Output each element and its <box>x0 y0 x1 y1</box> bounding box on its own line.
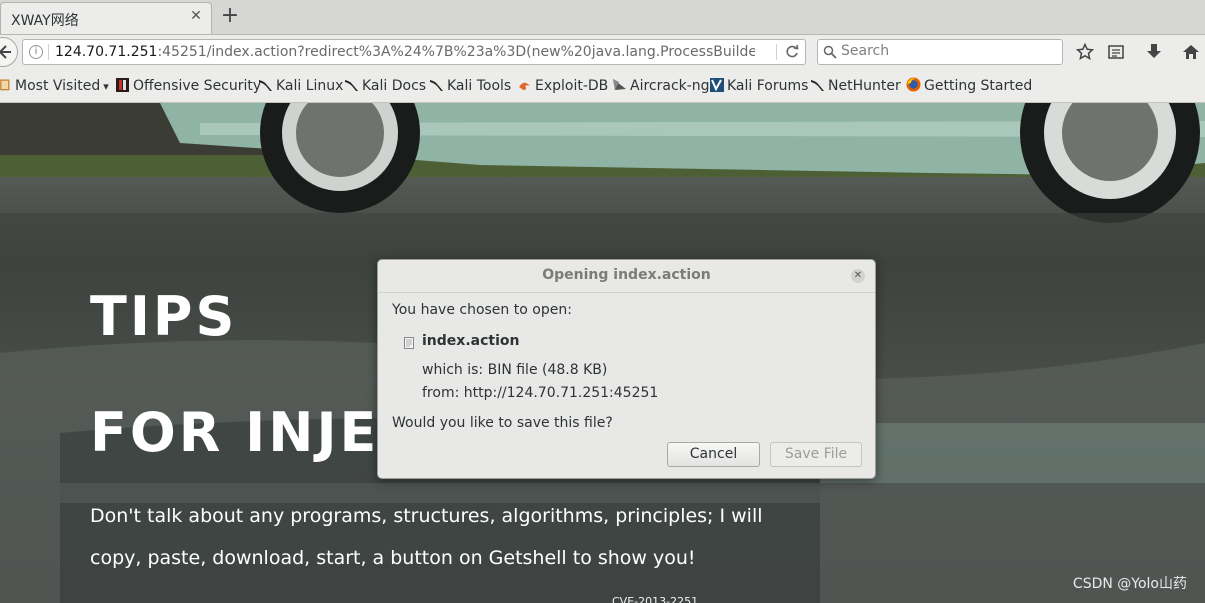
hero-title-line2: FOR INJE <box>90 401 380 464</box>
url-path: :45251/index.action?redirect%3A%24%7B%23… <box>157 44 755 60</box>
url-text[interactable]: 124.70.71.251:45251/index.action?redirec… <box>55 44 755 60</box>
bookmark-kali-forums[interactable]: Kali Forums <box>709 77 808 95</box>
bookmark-label: NetHunter <box>828 78 901 94</box>
url-host: 124.70.71.251 <box>55 44 158 60</box>
url-separator <box>48 44 49 60</box>
back-button[interactable] <box>0 37 18 67</box>
reload-icon[interactable] <box>784 44 800 60</box>
dialog-header: Opening index.action ✕ <box>378 260 875 293</box>
bookmark-label: Kali Docs <box>362 78 427 94</box>
aircrack-icon <box>613 79 626 90</box>
offsec-icon <box>116 78 129 92</box>
bookmark-offensive-security[interactable]: Offensive Security <box>115 77 261 95</box>
bookmark-kali-tools[interactable]: Kali Tools <box>429 77 511 95</box>
bookmark-most-visited[interactable]: Most Visited ▾ <box>0 77 109 95</box>
kali-icon <box>811 80 824 91</box>
url-bar[interactable]: i 124.70.71.251:45251/index.action?redir… <box>22 39 806 65</box>
kali-icon <box>259 80 272 91</box>
navigation-bar: i 124.70.71.251:45251/index.action?redir… <box>0 35 1205 69</box>
kali-forums-icon <box>710 78 724 92</box>
tab-xway[interactable]: XWAY网络 ✕ <box>0 2 212 34</box>
file-icon <box>404 337 414 349</box>
download-dialog: Opening index.action ✕ You have chosen t… <box>377 259 876 479</box>
cve-label: CVE-2013-2251 <box>612 595 699 603</box>
info-icon[interactable]: i <box>29 45 43 59</box>
cancel-button[interactable]: Cancel <box>667 442 760 467</box>
kali-icon <box>345 80 358 91</box>
csdn-watermark: CSDN @Yolo山药 <box>1072 576 1187 592</box>
bookmark-label: Offensive Security <box>133 78 262 94</box>
star-icon[interactable] <box>1076 43 1094 61</box>
close-tab-icon[interactable]: ✕ <box>189 9 203 23</box>
save-file-button[interactable]: Save File <box>770 442 862 467</box>
dialog-question: Would you like to save this file? <box>392 415 613 431</box>
bookmark-label: Most Visited <box>15 78 101 94</box>
chevron-down-icon: ▾ <box>103 80 109 93</box>
bookmark-kali-linux[interactable]: Kali Linux <box>258 77 343 95</box>
firefox-icon <box>906 77 921 92</box>
bookmark-label: Kali Tools <box>447 78 512 94</box>
search-input[interactable]: Search <box>841 43 889 59</box>
bookmark-kali-docs[interactable]: Kali Docs <box>344 77 426 95</box>
url-divider <box>776 44 777 60</box>
dialog-file-type: which is: BIN file (48.8 KB) <box>422 362 608 378</box>
search-bar[interactable]: Search <box>817 39 1063 65</box>
tab-strip: XWAY网络 ✕ + <box>0 0 1205 35</box>
home-icon[interactable] <box>1182 43 1200 61</box>
bookmark-label: Getting Started <box>924 78 1033 94</box>
hero-title-line1: TIPS <box>90 285 238 348</box>
close-icon[interactable]: ✕ <box>851 269 865 283</box>
bookmark-label: Aircrack-ng <box>630 78 710 94</box>
bookmark-label: Kali Forums <box>727 78 809 94</box>
dialog-filename: index.action <box>422 333 520 349</box>
dialog-intro: You have chosen to open: <box>392 302 572 318</box>
bookmark-label: Kali Linux <box>276 78 344 94</box>
bookmark-label: Exploit-DB <box>535 78 609 94</box>
bookmark-getting-started[interactable]: Getting Started <box>906 77 1032 95</box>
new-tab-button[interactable]: + <box>220 5 240 27</box>
bookmark-exploit-db[interactable]: Exploit-DB <box>517 77 608 95</box>
dialog-file-source: from: http://124.70.71.251:45251 <box>422 385 659 401</box>
most-visited-icon <box>0 79 10 91</box>
reading-list-icon[interactable] <box>1107 43 1125 61</box>
bookmark-nethunter[interactable]: NetHunter <box>810 77 901 95</box>
bookmark-aircrack-ng[interactable]: Aircrack-ng <box>612 77 710 95</box>
bookmarks-toolbar: Most Visited ▾ Offensive Security Kali Li… <box>0 69 1205 103</box>
dialog-title: Opening index.action <box>542 267 711 283</box>
hero-paragraph: Don't talk about any programs, structure… <box>90 505 763 569</box>
exploit-db-icon <box>519 82 530 90</box>
kali-icon <box>430 80 443 91</box>
search-icon <box>823 45 837 59</box>
download-icon[interactable] <box>1145 43 1163 61</box>
tab-title: XWAY网络 <box>11 13 79 29</box>
back-arrow-icon <box>0 45 11 59</box>
